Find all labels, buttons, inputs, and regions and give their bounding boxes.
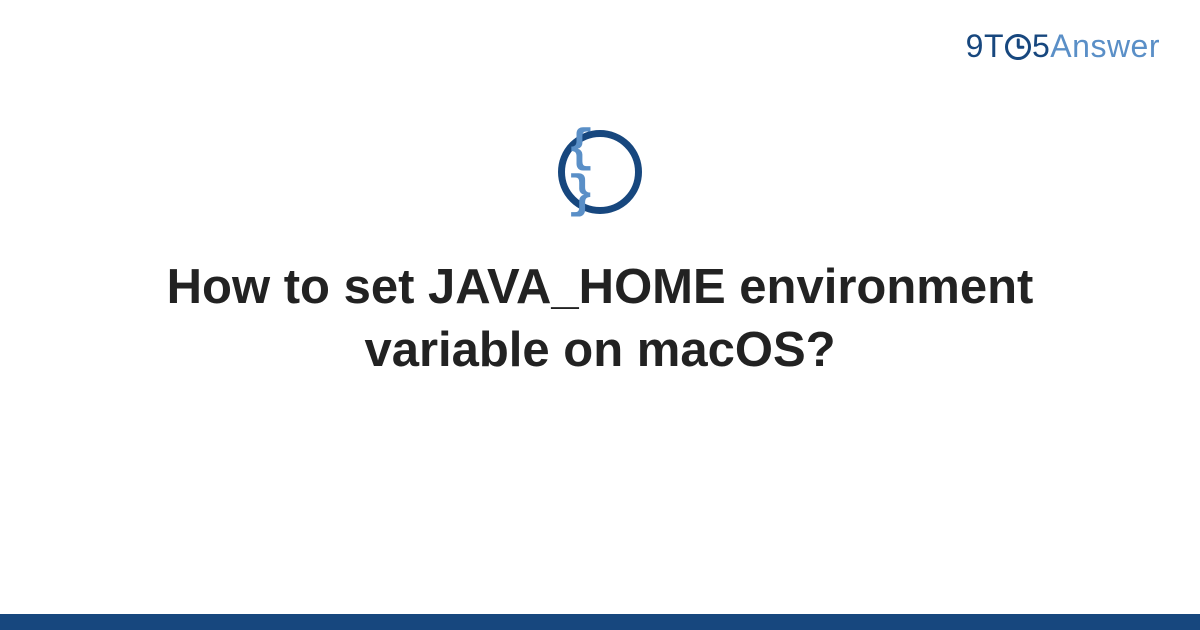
topic-icon-circle: { }: [558, 130, 642, 214]
main-content: { } How to set JAVA_HOME environment var…: [0, 130, 1200, 381]
logo-text-5: 5: [1032, 28, 1050, 64]
footer-accent-bar: [0, 614, 1200, 630]
question-title: How to set JAVA_HOME environment variabl…: [120, 256, 1080, 381]
logo-text-9t: 9T: [966, 28, 1004, 64]
code-braces-icon: { }: [567, 126, 637, 218]
site-logo[interactable]: 9T 5Answer: [966, 28, 1160, 65]
clock-icon: [1005, 34, 1031, 60]
logo-text-answer: Answer: [1050, 28, 1160, 64]
